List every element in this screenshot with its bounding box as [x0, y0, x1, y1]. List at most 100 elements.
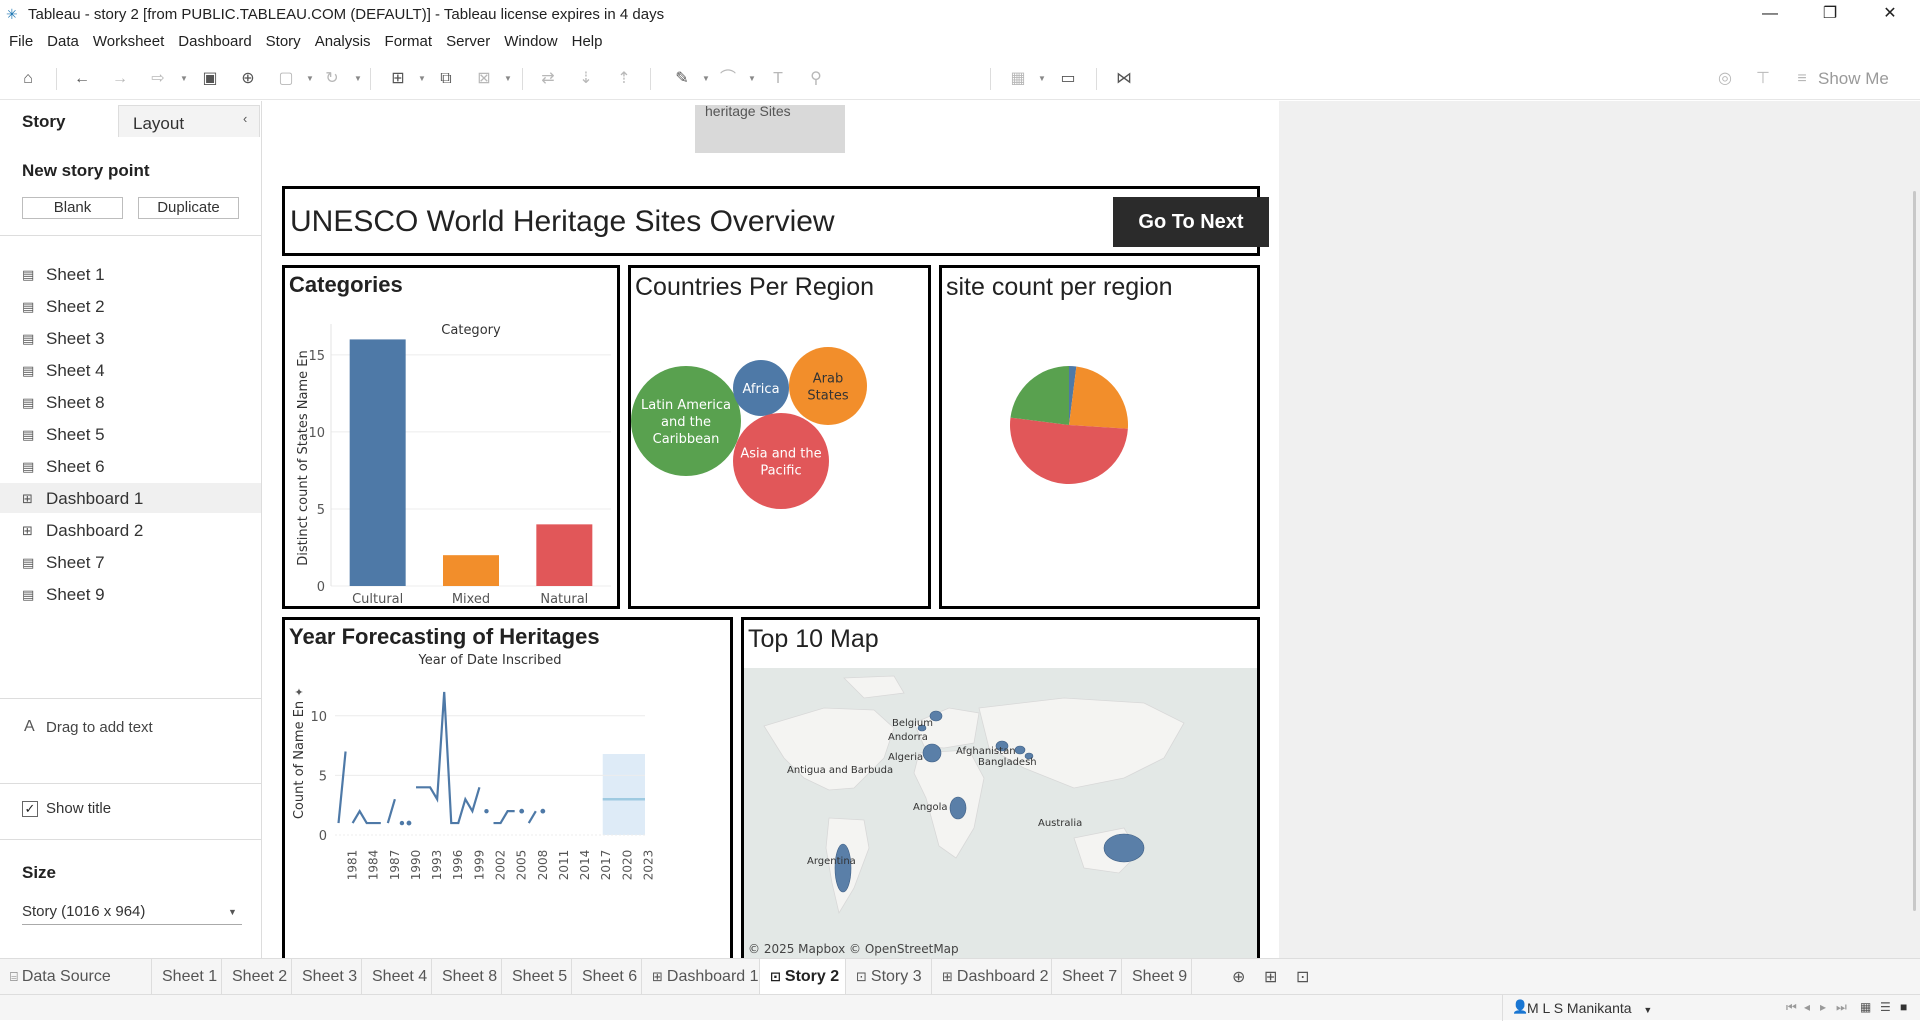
- duplicate-button[interactable]: Duplicate: [138, 197, 239, 219]
- list-view-icon[interactable]: ☰: [1880, 1000, 1891, 1014]
- new-worksheet-dropdown-icon[interactable]: ▼: [418, 69, 426, 89]
- tab-data-source[interactable]: ⌸ Data Source: [0, 959, 152, 995]
- redo-icon[interactable]: →: [110, 69, 130, 89]
- format-icon[interactable]: ⊤: [1753, 69, 1773, 89]
- user-menu[interactable]: M L S Manikanta ▼: [1502, 995, 1652, 1021]
- next-page-icon[interactable]: ▸: [1820, 1000, 1826, 1014]
- sort-ascending-icon[interactable]: ⇣: [576, 69, 596, 89]
- clear-dropdown-icon[interactable]: ▼: [504, 69, 512, 89]
- menu-analysis[interactable]: Analysis: [306, 30, 371, 54]
- menu-server[interactable]: Server: [437, 30, 490, 54]
- new-worksheet-icon[interactable]: ⊞: [388, 69, 408, 89]
- home-icon[interactable]: ⌂: [18, 69, 38, 89]
- show-me-icon[interactable]: ≡: [1792, 69, 1812, 89]
- story-size-select[interactable]: Story (1016 x 964): [22, 899, 242, 925]
- menu-help[interactable]: Help: [563, 30, 603, 54]
- tab-layout[interactable]: Layout: [118, 105, 260, 137]
- menu-format[interactable]: Format: [376, 30, 433, 54]
- tab-dashboard-1[interactable]: ⊞ Dashboard 1: [642, 959, 760, 995]
- story-point-navigator[interactable]: heritage Sites: [695, 103, 845, 153]
- blank-button[interactable]: Blank: [22, 197, 123, 219]
- sheet-item-sheet-6[interactable]: ▤ Sheet 6: [0, 451, 261, 481]
- swap-icon[interactable]: ⇄: [538, 69, 558, 89]
- collapse-pane-icon[interactable]: ‹: [243, 111, 247, 126]
- menu-story[interactable]: Story: [257, 30, 301, 54]
- site-count-pie-chart[interactable]: [942, 268, 1257, 606]
- sheet-item-dashboard-1[interactable]: ⊞ Dashboard 1: [0, 483, 261, 513]
- year-forecast-line-chart[interactable]: Year of Date Inscribed Count of Name En ✦ 0…: [285, 620, 730, 958]
- menu-data[interactable]: Data: [38, 30, 79, 54]
- show-title-checkbox[interactable]: ✓: [22, 801, 38, 817]
- menu-window[interactable]: Window: [495, 30, 557, 54]
- world-map[interactable]: Belgium Andorra Algeria AfghanistanBanglade…: [744, 668, 1257, 958]
- restore-button[interactable]: ❐: [1800, 0, 1860, 28]
- tab-story-3[interactable]: ⊡ Story 3: [846, 959, 932, 995]
- duplicate-sheet-icon[interactable]: ⧉: [436, 69, 456, 89]
- refresh-icon[interactable]: ↻: [322, 69, 342, 89]
- tab-sheet-4[interactable]: Sheet 4: [362, 959, 432, 995]
- close-button[interactable]: ✕: [1860, 0, 1920, 28]
- group-icon[interactable]: ⌒: [718, 69, 738, 89]
- countries-bubble-chart[interactable]: Latin America and the CaribbeanAfricaArab S…: [631, 268, 928, 606]
- sheet-item-sheet-5[interactable]: ▤ Sheet 5: [0, 419, 261, 449]
- ask-data-icon[interactable]: ◎: [1715, 69, 1735, 89]
- minimize-button[interactable]: —: [1740, 0, 1800, 28]
- new-data-source-icon[interactable]: ⊕: [238, 69, 258, 89]
- new-dashboard-tab-icon[interactable]: ⊞: [1264, 967, 1277, 987]
- tab-sheet-5[interactable]: Sheet 5: [502, 959, 572, 995]
- tab-sheet-1[interactable]: Sheet 1: [152, 959, 222, 995]
- pie-slice: [1069, 366, 1128, 429]
- share-icon[interactable]: ⋈: [1114, 69, 1134, 89]
- cards-dropdown-icon[interactable]: ▼: [1038, 69, 1046, 89]
- sheet-item-sheet-3[interactable]: ▤ Sheet 3: [0, 323, 261, 353]
- new-story-tab-icon[interactable]: ⊡: [1296, 967, 1309, 987]
- pin-icon[interactable]: ⚲: [806, 69, 826, 89]
- sort-descending-icon[interactable]: ⇡: [614, 69, 634, 89]
- menu-file[interactable]: File: [0, 30, 33, 54]
- pause-updates-icon[interactable]: ▢: [276, 69, 296, 89]
- tab-sheet-7[interactable]: Sheet 7: [1052, 959, 1122, 995]
- vertical-scrollbar[interactable]: [1913, 191, 1916, 911]
- categories-chart[interactable]: Category Distinct count of States Name En…: [285, 268, 617, 606]
- undo-icon[interactable]: ←: [72, 69, 92, 89]
- highlight-icon[interactable]: ✎: [672, 69, 692, 89]
- sheet-item-sheet-2[interactable]: ▤ Sheet 2: [0, 291, 261, 321]
- tab-sheet-3[interactable]: Sheet 3: [292, 959, 362, 995]
- tab-story[interactable]: Story: [0, 101, 118, 137]
- sheet-item-sheet-9[interactable]: ▤ Sheet 9: [0, 579, 261, 609]
- replay-icon[interactable]: ⇨: [148, 69, 168, 89]
- show-cards-icon[interactable]: ▦: [1008, 69, 1028, 89]
- filmstrip-view-icon[interactable]: ■: [1900, 1000, 1907, 1014]
- clear-sheet-icon[interactable]: ⊠: [474, 69, 494, 89]
- show-me-button[interactable]: Show Me: [1818, 69, 1889, 89]
- label-icon[interactable]: T: [768, 69, 788, 89]
- grid-view-icon[interactable]: ▦: [1860, 1000, 1871, 1014]
- highlight-dropdown-icon[interactable]: ▼: [702, 69, 710, 89]
- tab-story-2[interactable]: ⊡ Story 2: [760, 959, 846, 995]
- sheet-item-sheet-1[interactable]: ▤ Sheet 1: [0, 259, 261, 289]
- last-page-icon[interactable]: ⏭: [1836, 1000, 1847, 1015]
- sheet-item-dashboard-2[interactable]: ⊞ Dashboard 2: [0, 515, 261, 545]
- group-dropdown-icon[interactable]: ▼: [748, 69, 756, 89]
- menu-dashboard[interactable]: Dashboard: [169, 30, 251, 54]
- save-icon[interactable]: ▣: [200, 69, 220, 89]
- new-worksheet-tab-icon[interactable]: ⊕: [1232, 967, 1245, 987]
- chevron-down-icon[interactable]: ▼: [228, 907, 237, 917]
- tab-sheet-9[interactable]: Sheet 9: [1122, 959, 1192, 995]
- pause-dropdown-icon[interactable]: ▼: [306, 69, 314, 89]
- sheet-item-sheet-4[interactable]: ▤ Sheet 4: [0, 355, 261, 385]
- tab-sheet-8[interactable]: Sheet 8: [432, 959, 502, 995]
- drag-to-add-text[interactable]: Drag to add text: [46, 719, 153, 736]
- go-to-next-button[interactable]: Go To Next: [1113, 197, 1269, 247]
- replay-dropdown-icon[interactable]: ▼: [180, 69, 188, 89]
- presentation-mode-icon[interactable]: ▭: [1058, 69, 1078, 89]
- refresh-dropdown-icon[interactable]: ▼: [354, 69, 362, 89]
- tab-dashboard-2[interactable]: ⊞ Dashboard 2: [932, 959, 1052, 995]
- prev-page-icon[interactable]: ◂: [1804, 1000, 1810, 1014]
- sheet-item-sheet-8[interactable]: ▤ Sheet 8: [0, 387, 261, 417]
- sheet-item-sheet-7[interactable]: ▤ Sheet 7: [0, 547, 261, 577]
- tab-sheet-6[interactable]: Sheet 6: [572, 959, 642, 995]
- tab-sheet-2[interactable]: Sheet 2: [222, 959, 292, 995]
- first-page-icon[interactable]: ⏮: [1786, 1000, 1797, 1015]
- menu-worksheet[interactable]: Worksheet: [84, 30, 164, 54]
